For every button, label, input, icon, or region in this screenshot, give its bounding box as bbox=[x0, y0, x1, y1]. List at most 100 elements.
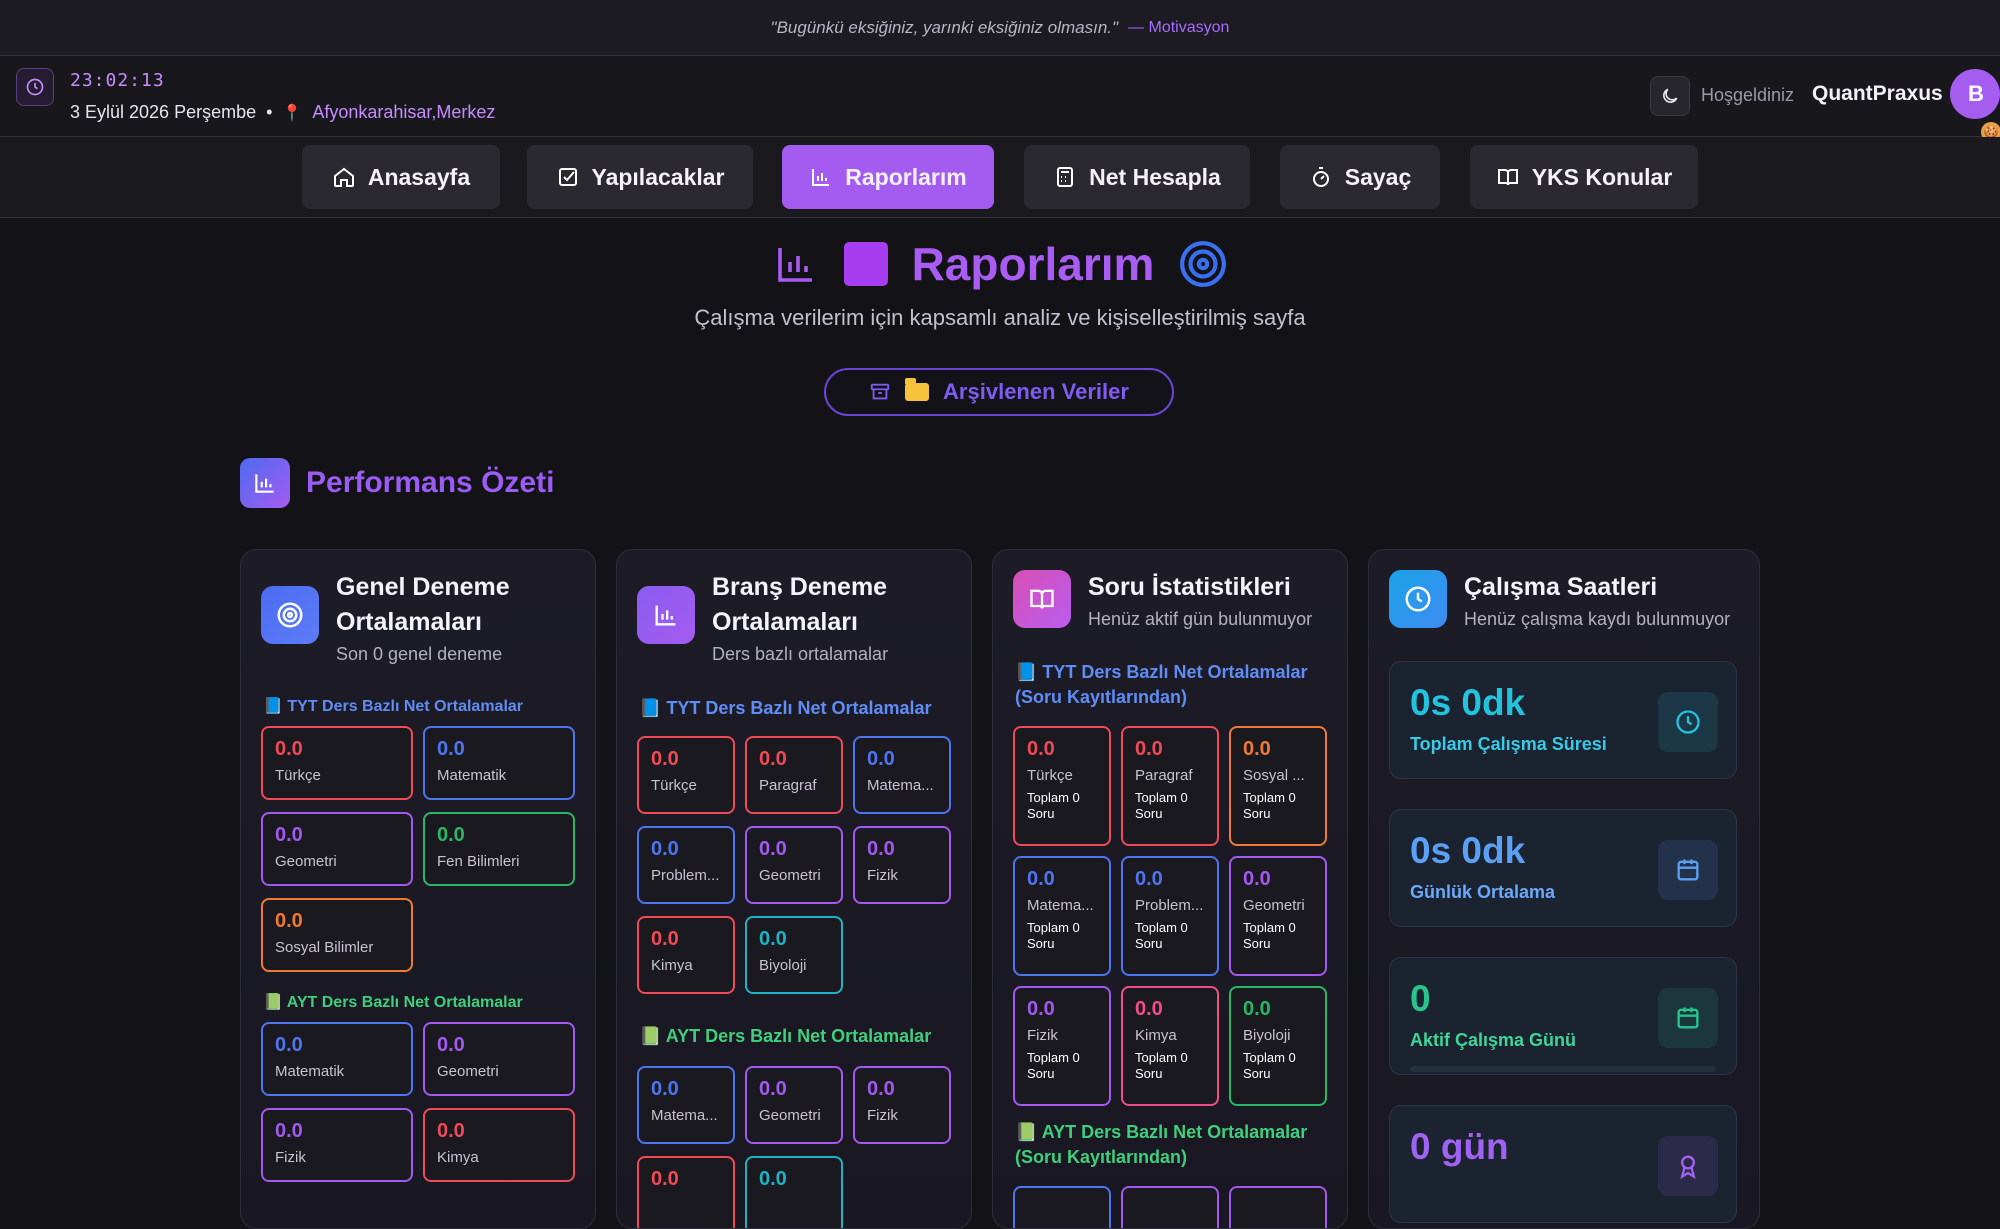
location-pin-icon: 📍 bbox=[282, 104, 303, 122]
stopwatch-icon bbox=[1312, 167, 1329, 187]
ayt-heading: 📗 AYT Ders Bazlı Net Ortalamalar bbox=[263, 994, 523, 1011]
general-exam-card: Genel Deneme Ortalamaları Son 0 genel de… bbox=[240, 549, 596, 1229]
calculator-icon bbox=[1057, 167, 1074, 187]
subject-tile[interactable]: 0.0 Sosyal ... Toplam 0 Soru bbox=[1229, 726, 1327, 846]
target-icon bbox=[261, 586, 319, 644]
page-subtitle: Çalışma verilerim için kapsamlı analiz v… bbox=[694, 305, 1306, 330]
tab-yapilacaklar[interactable]: Yapılacaklar bbox=[527, 145, 753, 209]
subject-label: Fizik bbox=[1027, 1027, 1058, 1044]
ayt-heading: 📗 AYT Ders Bazlı Net Ortalamalar (Soru K… bbox=[1015, 1122, 1308, 1167]
location-text[interactable]: Afyonkarahisar,Merkez bbox=[312, 102, 495, 123]
subject-tile[interactable]: 0.0 bbox=[637, 1156, 735, 1228]
folder-icon bbox=[905, 378, 930, 401]
tab-sayac[interactable]: Sayaç bbox=[1280, 145, 1440, 209]
card-title: Soru İstatistikleri Henüz aktif gün bulu… bbox=[1088, 570, 1312, 633]
subject-net-value: 0.0 bbox=[1135, 998, 1163, 1020]
subject-tile[interactable]: 0.0 Geometri bbox=[261, 812, 413, 886]
archived-data-button[interactable]: Arşivlenen Veriler bbox=[824, 368, 1174, 416]
subject-tile[interactable]: 0.0 Matema... bbox=[853, 736, 951, 814]
card-subtitle: Henüz aktif gün bulunmuyor bbox=[1088, 609, 1313, 629]
subject-label: Problem... bbox=[651, 867, 720, 884]
avatar-letter: B bbox=[1968, 81, 1984, 106]
subject-tile[interactable]: 0.0 Fizik bbox=[853, 1066, 951, 1144]
clock-icon bbox=[1389, 570, 1447, 628]
date-separator: • bbox=[266, 102, 273, 122]
bar-chart-icon bbox=[637, 586, 695, 644]
subject-label: Sosyal ... bbox=[1243, 767, 1305, 784]
subject-tile[interactable]: 0.0 Biyoloji Toplam 0 Soru bbox=[1229, 986, 1327, 1106]
tab-label: Raporlarım bbox=[845, 163, 967, 190]
subject-tile[interactable]: 0.0 Problem... Toplam 0 Soru bbox=[1121, 856, 1219, 976]
question-total: Toplam 0 Soru bbox=[1135, 790, 1188, 821]
book-icon bbox=[1497, 169, 1518, 186]
welcome-text: Hoşgeldiniz bbox=[1701, 85, 1795, 105]
subject-tile[interactable]: 0.0 Fen Bilimleri bbox=[423, 812, 575, 886]
stat-label: Aktif Çalışma Günü bbox=[1410, 1030, 1577, 1050]
subject-tile[interactable]: 0.0 bbox=[745, 1156, 843, 1228]
question-total: Toplam 0 Soru bbox=[1027, 1050, 1080, 1081]
subject-tile[interactable]: 0.0 Türkçe bbox=[637, 736, 735, 814]
calendar-icon bbox=[1658, 988, 1718, 1048]
subject-tile[interactable]: 0.0 Geometri Toplam 0 Soru bbox=[1229, 856, 1327, 976]
subject-tile[interactable]: 0.0 Kimya bbox=[423, 1108, 575, 1182]
subject-tile[interactable]: 0.0 Matema... Toplam 0 Soru bbox=[1013, 856, 1111, 976]
subject-label: Türkçe bbox=[275, 767, 321, 784]
question-total: Toplam 0 Soru bbox=[1135, 1050, 1188, 1081]
ayt-tile[interactable] bbox=[1229, 1186, 1327, 1228]
subject-tile[interactable]: 0.0 Sosyal Bilimler bbox=[261, 898, 413, 972]
ayt-tile[interactable] bbox=[1013, 1186, 1111, 1228]
question-total: Toplam 0 Soru bbox=[1243, 1050, 1296, 1081]
subject-label: Matematik bbox=[275, 1063, 345, 1080]
subject-tile[interactable]: 0.0 Geometri bbox=[745, 1066, 843, 1144]
subject-tile[interactable]: 0.0 Matematik bbox=[261, 1022, 413, 1096]
subject-tile[interactable]: 0.0 Kimya bbox=[637, 916, 735, 994]
subject-tile[interactable]: 0.0 Geometri bbox=[423, 1022, 575, 1096]
archive-label: Arşivlenen Veriler bbox=[943, 379, 1129, 404]
card-title: Genel Deneme Ortalamaları Son 0 genel de… bbox=[336, 570, 510, 668]
subject-net-value: 0.0 bbox=[651, 838, 679, 860]
subject-net-value: 0.0 bbox=[1243, 998, 1271, 1020]
tab-net-hesapla[interactable]: Net Hesapla bbox=[1024, 145, 1250, 209]
page-title: Raporlarım bbox=[911, 238, 1155, 290]
subject-tile[interactable]: 0.0 Kimya Toplam 0 Soru bbox=[1121, 986, 1219, 1106]
subject-net-value: 0.0 bbox=[759, 928, 787, 950]
subject-label: Matematik bbox=[437, 767, 507, 784]
theme-toggle-button[interactable] bbox=[1650, 76, 1690, 116]
subject-tile[interactable]: 0.0 Fizik bbox=[853, 826, 951, 904]
subject-label: Geometri bbox=[759, 867, 821, 884]
subject-tile[interactable]: 0.0 Paragraf bbox=[745, 736, 843, 814]
ayt-tile[interactable] bbox=[1121, 1186, 1219, 1228]
subject-tile[interactable]: 0.0 Fizik bbox=[261, 1108, 413, 1182]
performance-summary-heading: Performans Özeti bbox=[240, 458, 554, 508]
book-icon bbox=[1013, 570, 1071, 628]
subject-net-value: 0.0 bbox=[1135, 868, 1163, 890]
avatar[interactable]: B bbox=[1950, 69, 2000, 119]
subject-tile[interactable]: 0.0 Matematik bbox=[423, 726, 575, 800]
current-time: 23:02:13 bbox=[70, 70, 165, 91]
subject-label: Fen Bilimleri bbox=[437, 853, 520, 870]
subject-tile[interactable]: 0.0 Geometri bbox=[745, 826, 843, 904]
moon-icon bbox=[1663, 88, 1678, 103]
ayt-heading: 📗 AYT Ders Bazlı Net Ortalamalar bbox=[639, 1026, 932, 1046]
card-subtitle: Ders bazlı ortalamalar bbox=[712, 644, 889, 664]
subject-tile[interactable]: 0.0 Türkçe Toplam 0 Soru bbox=[1013, 726, 1111, 846]
subject-tile[interactable]: 0.0 Fizik Toplam 0 Soru bbox=[1013, 986, 1111, 1106]
subject-net-value: 0.0 bbox=[759, 1168, 787, 1190]
subject-net-value: 0.0 bbox=[275, 910, 303, 932]
subject-tile[interactable]: 0.0 Biyoloji bbox=[745, 916, 843, 994]
subject-tile[interactable]: 0.0 Paragraf Toplam 0 Soru bbox=[1121, 726, 1219, 846]
subject-tile[interactable]: 0.0 Türkçe bbox=[261, 726, 413, 800]
tab-yks-konular[interactable]: YKS Konular bbox=[1470, 145, 1698, 209]
username: QuantPraxus bbox=[1812, 82, 1943, 105]
subject-tile[interactable]: 0.0 Problem... bbox=[637, 826, 735, 904]
subject-net-value: 0.0 bbox=[867, 748, 895, 770]
main-nav: Anasayfa Yapılacaklar Raporlarım Net Hes… bbox=[0, 137, 2000, 218]
tab-anasayfa[interactable]: Anasayfa bbox=[302, 145, 500, 209]
question-total: Toplam 0 Soru bbox=[1135, 920, 1188, 951]
award-icon bbox=[1658, 1136, 1718, 1196]
progress-track bbox=[1410, 1066, 1716, 1072]
subject-tile[interactable]: 0.0 Matema... bbox=[637, 1066, 735, 1144]
tab-raporlarim[interactable]: Raporlarım bbox=[782, 145, 994, 209]
study-hours-card: Çalışma Saatleri Henüz çalışma kaydı bul… bbox=[1368, 549, 1760, 1229]
subject-net-value: 0.0 bbox=[759, 1078, 787, 1100]
